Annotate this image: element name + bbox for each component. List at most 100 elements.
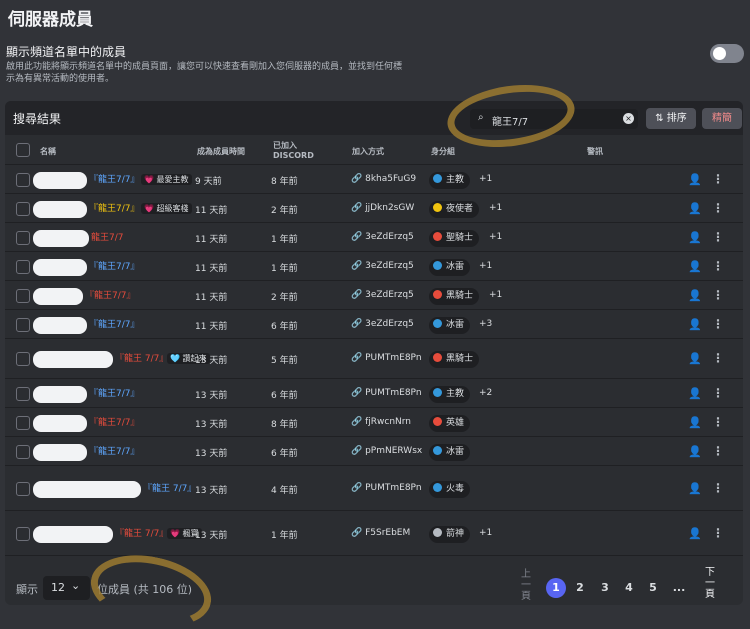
more-options-icon[interactable]: ⋮ (712, 444, 724, 458)
table-row[interactable]: 『龍王7/7』 11 天前 6 年前 🔗 3eZdErzq5 冰雷 +3 👤 ⋮ (5, 310, 743, 339)
role-pill[interactable]: 聖騎士 (429, 230, 480, 247)
page-size-select[interactable]: 12 ⌄ (43, 576, 90, 600)
join-method[interactable]: 🔗 pPmNERWsx (351, 446, 422, 456)
join-method[interactable]: 🔗 3eZdErzq5 (351, 261, 414, 271)
member-profile-icon[interactable]: 👤 (688, 445, 702, 458)
more-options-icon[interactable]: ⋮ (712, 288, 724, 302)
member-nickname[interactable]: 『龍王 7/7』 (115, 351, 168, 364)
row-checkbox[interactable] (16, 352, 30, 366)
role-pill[interactable]: 黑騎士 (429, 288, 480, 305)
member-profile-icon[interactable]: 👤 (688, 173, 702, 186)
table-row[interactable]: 『龍王7/7』 13 天前 6 年前 🔗 pPmNERWsx 冰雷 👤 ⋮ (5, 437, 743, 466)
join-method[interactable]: 🔗 F5SrEbEM (351, 528, 410, 538)
more-options-icon[interactable]: ⋮ (712, 259, 724, 273)
role-pill[interactable]: 冰雷 (429, 444, 471, 461)
select-all-checkbox[interactable] (16, 143, 30, 157)
table-row[interactable]: 『龍王7/7』 13 天前 6 年前 🔗 PUMTmE8Pn 主教 +2 👤 ⋮ (5, 379, 743, 408)
member-nickname[interactable]: 『龍王7/7』 (89, 201, 140, 214)
member-profile-icon[interactable]: 👤 (688, 416, 702, 429)
table-row[interactable]: 『龍王 7/7』 🩵 讚起來 13 天前 5 年前 🔗 PUMTmE8Pn 黑騎… (5, 339, 743, 379)
member-profile-icon[interactable]: 👤 (688, 352, 702, 365)
member-profile-icon[interactable]: 👤 (688, 289, 702, 302)
table-row[interactable]: 龍王7/7 11 天前 1 年前 🔗 3eZdErzq5 聖騎士 +1 👤 ⋮ (5, 223, 743, 252)
page-5[interactable]: 5 (643, 578, 663, 598)
table-row[interactable]: 『龍王 7/7』 💗 楓寶 13 天前 1 年前 🔗 F5SrEbEM 箭神 +… (5, 511, 743, 556)
row-checkbox[interactable] (16, 445, 30, 459)
member-nickname[interactable]: 『龍王 7/7』 (115, 526, 168, 539)
join-method[interactable]: 🔗 PUMTmE8Pn (351, 483, 422, 493)
member-nickname[interactable]: 『龍王7/7』 (89, 317, 140, 330)
page-4[interactable]: 4 (619, 578, 639, 598)
prune-button[interactable]: 精簡 (702, 108, 742, 129)
member-nickname[interactable]: 『龍王 7/7』 (143, 481, 196, 494)
member-profile-icon[interactable]: 👤 (688, 387, 702, 400)
row-checkbox[interactable] (16, 482, 30, 496)
page-2[interactable]: 2 (570, 578, 590, 598)
col-joined-discord-line1[interactable]: 已加入 (273, 140, 297, 151)
table-row[interactable]: 『龍王7/7』 11 天前 1 年前 🔗 3eZdErzq5 冰雷 +1 👤 ⋮ (5, 252, 743, 281)
more-options-icon[interactable]: ⋮ (712, 386, 724, 400)
role-pill[interactable]: 主教 (429, 386, 471, 403)
table-row[interactable]: 『龍王7/7』 13 天前 8 年前 🔗 fjRwcnNrn 英雄 👤 ⋮ (5, 408, 743, 437)
table-row[interactable]: 『龍王7/7』 💗 最愛主教 9 天前 8 年前 🔗 8kha5FuG9 主教 … (5, 165, 743, 194)
more-options-icon[interactable]: ⋮ (712, 526, 724, 540)
member-nickname[interactable]: 『龍王7/7』 (89, 259, 140, 272)
join-method[interactable]: 🔗 fjRwcnNrn (351, 417, 411, 427)
col-joined-discord-line2[interactable]: DISCORD (273, 151, 314, 160)
col-roles[interactable]: 身分組 (431, 146, 455, 157)
more-options-icon[interactable]: ⋮ (712, 481, 724, 495)
member-nickname[interactable]: 『龍王7/7』 (89, 386, 140, 399)
more-options-icon[interactable]: ⋮ (712, 351, 724, 365)
member-profile-icon[interactable]: 👤 (688, 482, 702, 495)
sort-button[interactable]: ⇅ 排序 (646, 108, 696, 129)
member-nickname[interactable]: 『龍王7/7』 (89, 415, 140, 428)
member-profile-icon[interactable]: 👤 (688, 527, 702, 540)
row-checkbox[interactable] (16, 416, 30, 430)
more-options-icon[interactable]: ⋮ (712, 201, 724, 215)
prev-page-button[interactable]: 上 一 頁 (519, 569, 533, 602)
join-method[interactable]: 🔗 3eZdErzq5 (351, 232, 414, 242)
col-member-since[interactable]: 成為成員時間 (197, 146, 245, 157)
member-nickname[interactable]: 『龍王7/7』 (89, 172, 140, 185)
row-checkbox[interactable] (16, 387, 30, 401)
more-options-icon[interactable]: ⋮ (712, 415, 724, 429)
member-profile-icon[interactable]: 👤 (688, 202, 702, 215)
extra-roles-count[interactable]: +1 (489, 232, 502, 242)
role-pill[interactable]: 箭神 (429, 526, 471, 543)
member-nickname[interactable]: 『龍王7/7』 (85, 288, 136, 301)
member-profile-icon[interactable]: 👤 (688, 231, 702, 244)
row-checkbox[interactable] (16, 260, 30, 274)
member-profile-icon[interactable]: 👤 (688, 260, 702, 273)
row-checkbox[interactable] (16, 173, 30, 187)
role-pill[interactable]: 冰雷 (429, 317, 471, 334)
role-pill[interactable]: 英雄 (429, 415, 471, 432)
next-page-button[interactable]: 下 一 頁 (703, 567, 717, 600)
role-pill[interactable]: 夜使者 (429, 201, 480, 218)
row-checkbox[interactable] (16, 527, 30, 541)
role-pill[interactable]: 主教 (429, 172, 471, 189)
role-pill[interactable]: 黑騎士 (429, 351, 480, 368)
extra-roles-count[interactable]: +1 (479, 261, 492, 271)
clear-search-icon[interactable]: × (623, 113, 634, 124)
extra-roles-count[interactable]: +1 (489, 203, 502, 213)
row-checkbox[interactable] (16, 202, 30, 216)
member-nickname[interactable]: 『龍王7/7』 (89, 444, 140, 457)
page-1[interactable]: 1 (546, 578, 566, 598)
role-pill[interactable]: 冰雷 (429, 259, 471, 276)
row-checkbox[interactable] (16, 289, 30, 303)
more-options-icon[interactable]: ⋮ (712, 317, 724, 331)
member-nickname[interactable]: 龍王7/7 (91, 230, 124, 243)
col-signals[interactable]: 警訊 (587, 146, 603, 157)
join-method[interactable]: 🔗 8kha5FuG9 (351, 174, 416, 184)
join-method[interactable]: 🔗 PUMTmE8Pn (351, 353, 422, 363)
member-list-toggle[interactable] (710, 44, 744, 63)
role-pill[interactable]: 火毒 (429, 481, 471, 498)
col-join-method[interactable]: 加入方式 (352, 146, 384, 157)
extra-roles-count[interactable]: +1 (479, 528, 492, 538)
extra-roles-count[interactable]: +1 (489, 290, 502, 300)
table-row[interactable]: 『龍王 7/7』 13 天前 4 年前 🔗 PUMTmE8Pn 火毒 👤 ⋮ (5, 466, 743, 511)
join-method[interactable]: 🔗 PUMTmE8Pn (351, 388, 422, 398)
join-method[interactable]: 🔗 3eZdErzq5 (351, 319, 414, 329)
more-options-icon[interactable]: ⋮ (712, 172, 724, 186)
member-profile-icon[interactable]: 👤 (688, 318, 702, 331)
